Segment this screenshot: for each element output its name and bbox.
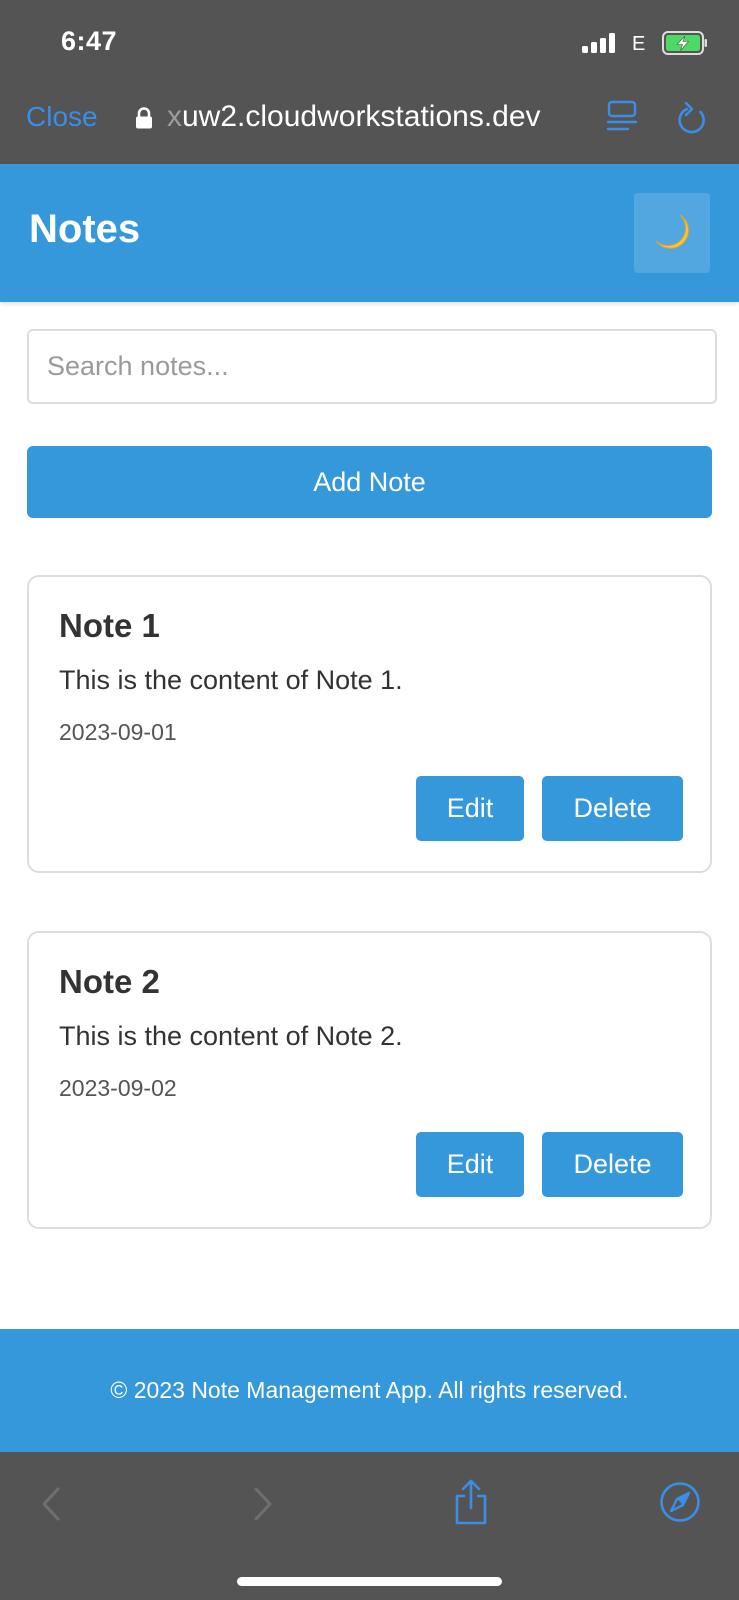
network-type: E bbox=[632, 33, 646, 55]
browser-toolbar bbox=[0, 1452, 739, 1600]
note-title: Note 2 bbox=[59, 963, 160, 1000]
app-footer: © 2023 Note Management App. All rights r… bbox=[0, 1329, 739, 1452]
moon-icon bbox=[655, 214, 689, 249]
note-title: Note 1 bbox=[59, 607, 160, 644]
url-domain: uw2.cloudworkstations.dev bbox=[182, 100, 541, 133]
note-date: 2023-09-01 bbox=[59, 719, 177, 745]
compass-icon[interactable] bbox=[659, 1481, 701, 1523]
battery-charging-icon bbox=[662, 31, 707, 55]
edit-button[interactable]: Edit bbox=[416, 776, 524, 841]
home-indicator bbox=[237, 1577, 502, 1586]
footer-text: © 2023 Note Management App. All rights r… bbox=[110, 1377, 629, 1403]
status-time: 6:47 bbox=[61, 26, 118, 56]
status-bar: 6:47 E bbox=[0, 0, 739, 90]
reader-icon[interactable] bbox=[606, 100, 638, 134]
close-button[interactable]: Close bbox=[26, 101, 98, 133]
url-fade-prefix: x bbox=[167, 100, 182, 133]
note-date: 2023-09-02 bbox=[59, 1075, 177, 1101]
add-note-button[interactable]: Add Note bbox=[27, 446, 712, 518]
note-content: This is the content of Note 1. bbox=[59, 665, 403, 695]
note-card: Note 1 This is the content of Note 1. 20… bbox=[27, 575, 712, 873]
delete-button[interactable]: Delete bbox=[542, 1132, 683, 1197]
share-icon[interactable] bbox=[452, 1478, 490, 1526]
signal-icon bbox=[582, 33, 616, 53]
edit-button[interactable]: Edit bbox=[416, 1132, 524, 1197]
delete-button[interactable]: Delete bbox=[542, 776, 683, 841]
app-header: Notes bbox=[0, 164, 739, 302]
theme-toggle-button[interactable] bbox=[634, 193, 710, 273]
note-card: Note 2 This is the content of Note 2. 20… bbox=[27, 931, 712, 1229]
note-content: This is the content of Note 2. bbox=[59, 1021, 403, 1051]
forward-icon[interactable] bbox=[250, 1486, 276, 1522]
back-icon[interactable] bbox=[38, 1486, 64, 1522]
page-title: Notes bbox=[29, 207, 141, 251]
search-input[interactable] bbox=[27, 329, 717, 404]
url-text[interactable]: xuw2.cloudworkstations.dev bbox=[167, 100, 541, 134]
reload-icon[interactable] bbox=[675, 100, 709, 136]
browser-address-bar: Close xuw2.cloudworkstations.dev bbox=[0, 90, 739, 164]
lock-icon bbox=[136, 107, 152, 129]
